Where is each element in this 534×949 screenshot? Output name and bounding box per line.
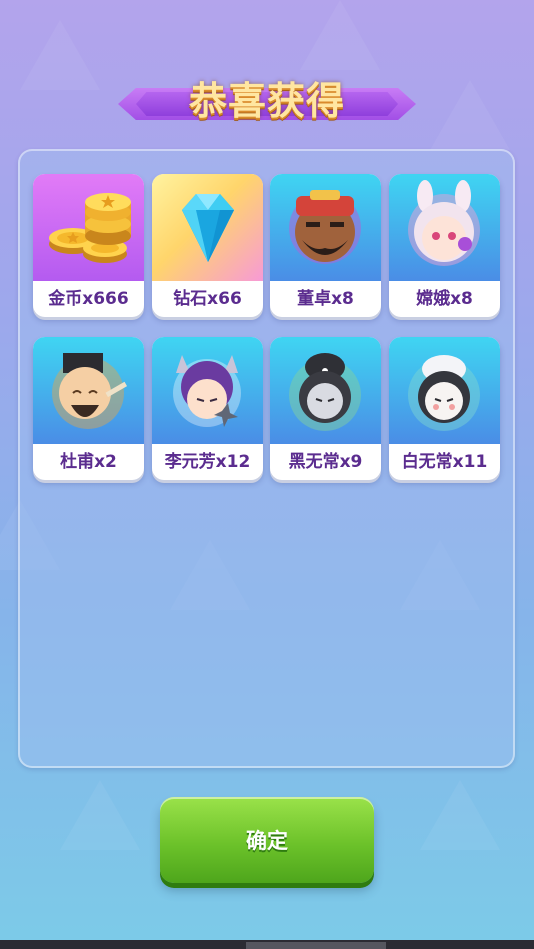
gold-coins-icon [33, 174, 144, 281]
reward-label: 钻石x66 [173, 289, 242, 309]
dufu-avatar-icon [33, 337, 144, 444]
confirm-button-label: 确定 [246, 829, 288, 853]
reward-item-change: 嫦娥x8 [389, 174, 500, 317]
reward-item-heiwuchang: 黑无常x9 [270, 337, 381, 480]
reward-label: 嫦娥x8 [416, 289, 473, 309]
reward-item-dufu: 杜甫x2 [33, 337, 144, 480]
liyuanfang-avatar-icon [152, 337, 263, 444]
change-avatar-icon [389, 174, 500, 281]
reward-label: 李元芳x12 [164, 452, 251, 472]
baiwuchang-avatar-icon [389, 337, 500, 444]
dongzhuo-avatar-icon [270, 174, 381, 281]
reward-label: 黑无常x9 [288, 452, 363, 472]
reward-item-liyuanfang: 李元芳x12 [152, 337, 263, 480]
heiwuchang-avatar-icon [270, 337, 381, 444]
reward-label: 金币x666 [48, 289, 129, 309]
diamond-icon [152, 174, 263, 281]
dialog-title: 恭喜获得 [188, 79, 345, 123]
reward-item-diamond: 钻石x66 [152, 174, 263, 317]
reward-label: 杜甫x2 [60, 452, 117, 472]
reward-label: 白无常x11 [401, 452, 488, 472]
reward-item-dongzhuo: 董卓x8 [270, 174, 381, 317]
reward-title-banner: 恭喜获得 [118, 70, 416, 123]
reward-item-gold: 金币x666 [33, 174, 144, 317]
reward-item-baiwuchang: 白无常x11 [389, 337, 500, 480]
reward-label: 董卓x8 [297, 289, 354, 309]
home-indicator[interactable] [246, 942, 386, 949]
confirm-button[interactable]: 确定 [160, 797, 374, 883]
